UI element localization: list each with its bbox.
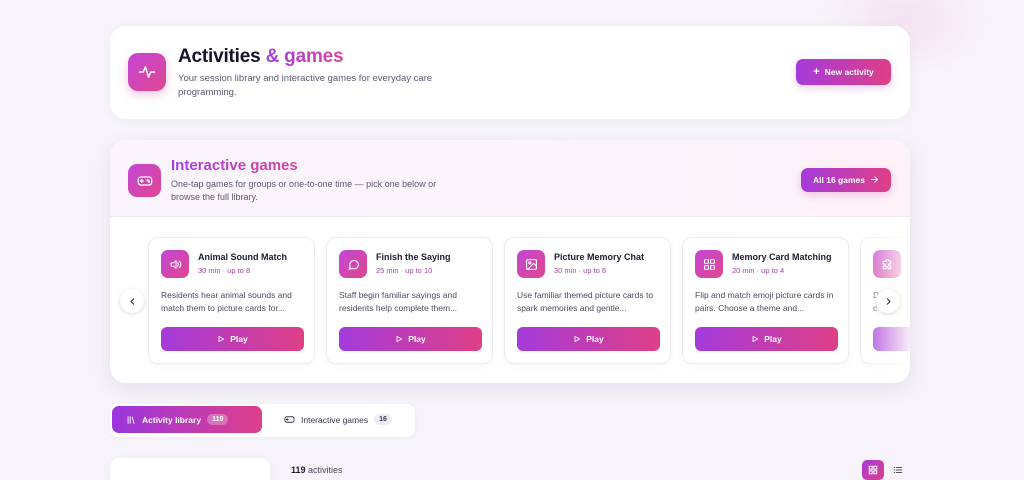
games-section-title: Interactive games (171, 157, 298, 174)
tab-interactive-games[interactable]: Interactive games 16 (270, 406, 410, 433)
game-card-animal-sound-match[interactable]: Animal Sound Match 30 min · up to 8 Resi… (148, 237, 315, 364)
games-section-subtitle: One-tap games for groups or one-to-one t… (171, 179, 437, 202)
games-section-header: Interactive games One-tap games for grou… (110, 140, 910, 217)
chevron-right-icon (886, 297, 891, 305)
speaker-icon (161, 250, 189, 278)
game-card-finish-the-saying[interactable]: Finish the Saying 25 min · up to 10 Staf… (326, 237, 493, 364)
gamepad-icon (128, 164, 161, 197)
game-description: Residents hear animal sounds and match t… (161, 290, 292, 313)
list-view-button[interactable] (887, 460, 909, 480)
results-count: 119 activities (291, 465, 343, 475)
play-button[interactable]: Play (339, 327, 482, 351)
carousel-prev-button[interactable] (120, 289, 144, 313)
game-title: Animal Sound Match (198, 252, 288, 262)
new-activity-button[interactable]: + New activity (796, 59, 891, 85)
chat-bubble-icon (339, 250, 367, 278)
grid-view-button[interactable] (862, 460, 884, 480)
play-button[interactable]: Play (695, 327, 838, 351)
arrow-right-icon (870, 175, 879, 186)
activity-pulse-icon (128, 53, 166, 91)
game-card-memory-card-matching[interactable]: Memory Card Matching 20 min · up to 4 Fl… (682, 237, 849, 364)
carousel-next-button[interactable] (876, 289, 900, 313)
grid-icon (695, 250, 723, 278)
game-meta: 25 min · up to 10 (376, 266, 433, 275)
library-icon (127, 415, 135, 424)
game-card-picture-memory-chat[interactable]: Picture Memory Chat 30 min · up to 6 Use… (504, 237, 671, 364)
game-title: Memory Card Matching (732, 252, 832, 262)
tab-activity-library[interactable]: Activity library 119 (112, 406, 262, 433)
play-icon (574, 335, 581, 343)
plus-icon: + (813, 65, 820, 78)
game-meta: 30 min · up to 8 (198, 266, 251, 275)
page-title: Activities & games (178, 46, 344, 67)
library-tabs: Activity library 119 Interactive games 1… (110, 404, 415, 437)
play-icon (752, 335, 759, 343)
grid-icon (868, 465, 878, 475)
game-meta: 20 min · up to 4 (732, 266, 785, 275)
page-title-accent: & games (265, 46, 344, 67)
chevron-left-icon (129, 297, 134, 305)
play-icon (396, 335, 403, 343)
gamepad-icon (284, 416, 295, 423)
game-title: Finish the Saying (376, 252, 451, 262)
page-header: Activities & games Your session library … (110, 26, 910, 119)
play-button[interactable]: Play (161, 327, 304, 351)
all-games-button[interactable]: All 16 games (801, 168, 891, 192)
tab-count-badge: 16 (374, 414, 392, 425)
interactive-games-section: Interactive games One-tap games for grou… (110, 140, 910, 383)
play-button[interactable]: Play (517, 327, 660, 351)
game-description: Staff begin familiar sayings and residen… (339, 290, 458, 313)
game-meta: 30 min · up to 6 (554, 266, 607, 275)
game-description: Use familiar themed picture cards to spa… (517, 290, 654, 313)
play-icon (218, 335, 225, 343)
page-subtitle: Your session library and interactive gam… (178, 73, 433, 98)
game-title: Picture Memory Chat (554, 252, 645, 262)
tab-count-badge: 119 (207, 414, 229, 425)
game-description: Flip and match emoji picture cards in pa… (695, 290, 834, 313)
image-icon (517, 250, 545, 278)
list-icon (893, 466, 903, 474)
filter-panel (110, 458, 270, 480)
